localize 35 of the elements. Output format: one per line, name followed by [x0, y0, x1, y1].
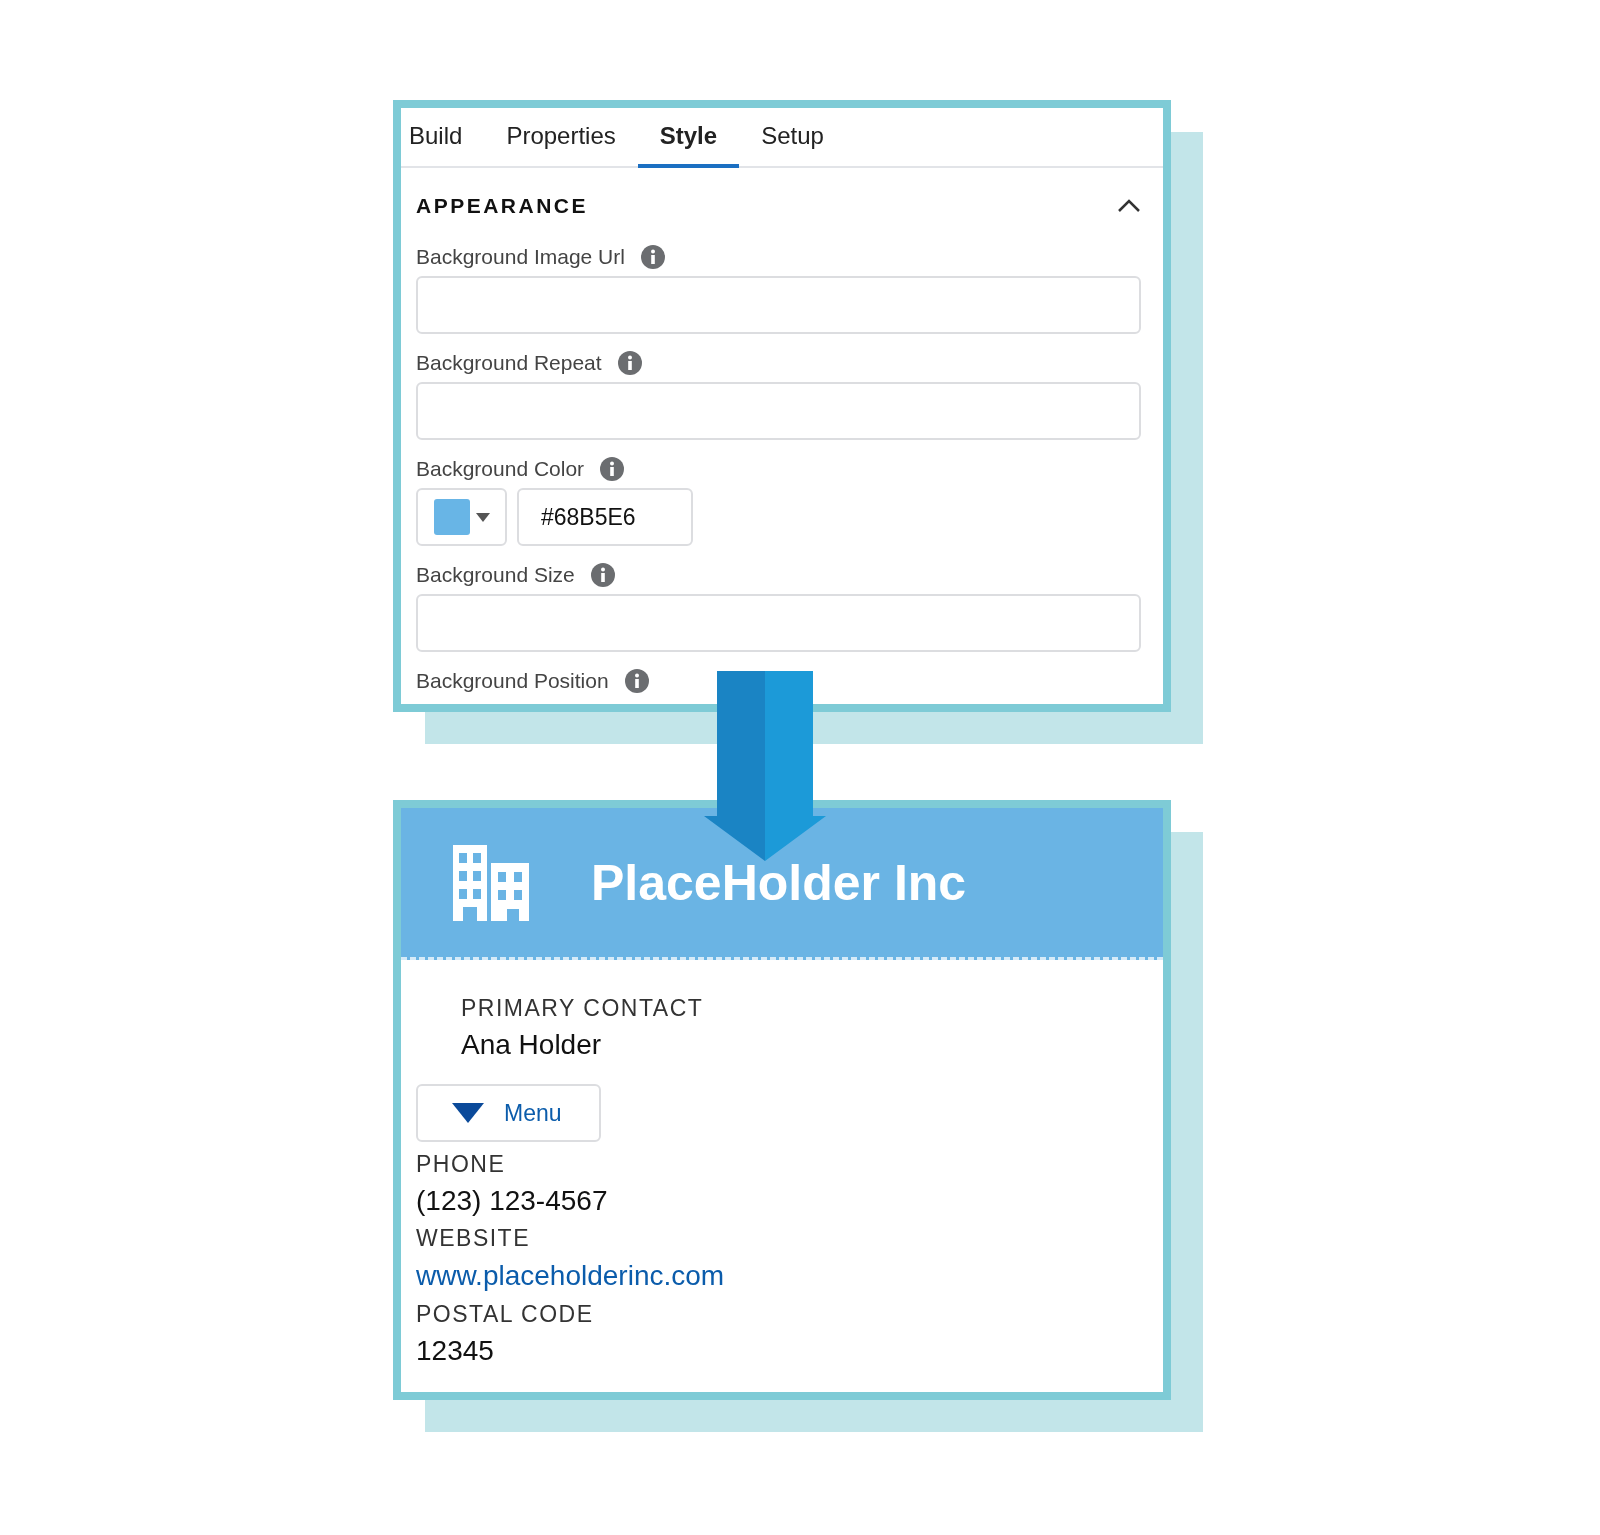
caret-icon — [476, 512, 490, 522]
color-picker-button[interactable] — [416, 488, 507, 546]
down-arrow-icon — [704, 671, 826, 861]
text-field[interactable] — [416, 276, 1141, 334]
tab[interactable]: Build — [401, 108, 485, 168]
menu-button[interactable]: Menu — [416, 1084, 601, 1142]
field-value: 12345 — [416, 1334, 495, 1368]
company-name: PlaceHolder Inc — [591, 853, 967, 912]
section-title: APPEARANCE — [416, 194, 589, 218]
info-icon — [600, 457, 625, 481]
field-value: (123) 123-4567 — [416, 1184, 609, 1218]
info-icon — [640, 245, 665, 269]
field-label: Background Repeat — [416, 351, 602, 375]
tab[interactable]: Style — [637, 108, 740, 168]
field-label: Background Color — [416, 457, 585, 481]
field-label: PRIMARY CONTACT — [461, 994, 705, 1023]
caret-icon — [452, 1103, 484, 1123]
info-icon — [617, 351, 642, 375]
field-label: WEBSITE — [416, 1224, 531, 1253]
field-label: PHONE — [416, 1150, 507, 1179]
building-icon — [453, 844, 529, 921]
color-value-field[interactable]: #68B5E6 — [517, 488, 693, 546]
tab[interactable]: Setup — [739, 108, 846, 168]
info-icon — [590, 563, 615, 587]
website-link[interactable]: www.placeholderinc.com — [416, 1260, 725, 1291]
field-label: Background Image Url — [416, 245, 625, 269]
info-icon — [624, 669, 649, 693]
field-label: Background Position — [416, 669, 609, 693]
field-label: Background Size — [416, 563, 575, 587]
text-field[interactable] — [416, 594, 1141, 652]
text-field[interactable] — [416, 382, 1141, 440]
field-label: POSTAL CODE — [416, 1300, 595, 1329]
tab[interactable]: Properties — [484, 108, 638, 168]
chevron-icon[interactable] — [1117, 199, 1141, 213]
field-value: Ana Holder — [461, 1028, 603, 1062]
